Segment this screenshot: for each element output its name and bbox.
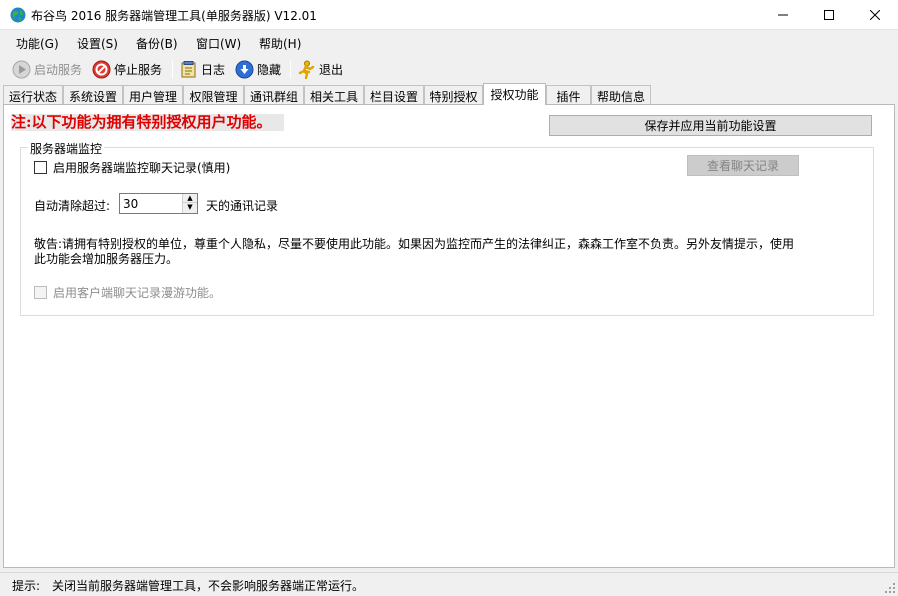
- enable-monitor-label: 启用服务器端监控聊天记录(慎用): [53, 161, 231, 175]
- auto-clear-label: 自动清除超过:: [34, 199, 111, 213]
- auto-clear-days-value: 30: [123, 197, 139, 211]
- stop-service-button[interactable]: 停止服务: [92, 58, 162, 80]
- play-icon: [12, 60, 31, 78]
- stepper-buttons: ▲ ▼: [182, 194, 197, 213]
- title-bar: 布谷鸟 2016 服务器端管理工具(单服务器版) V12.01: [0, 0, 898, 30]
- menu-help[interactable]: 帮助(H): [259, 35, 301, 52]
- exit-label: 退出: [319, 62, 344, 77]
- privacy-warning: 敬告:请拥有特别授权的单位，尊重个人隐私，尽量不要使用此功能。如果因为监控而产生…: [34, 237, 804, 267]
- privacy-warning-line: 此功能会增加服务器压力。: [34, 252, 179, 266]
- roaming-checkbox[interactable]: [34, 286, 47, 299]
- close-icon: [870, 10, 880, 20]
- stepper-down-icon[interactable]: ▼: [183, 203, 197, 212]
- tab-plugins[interactable]: 插件: [546, 85, 591, 104]
- stepper-up-icon[interactable]: ▲: [183, 194, 197, 203]
- status-text: 关闭当前服务器端管理工具，不会影响服务器端正常运行。: [52, 579, 365, 593]
- window-title: 布谷鸟 2016 服务器端管理工具(单服务器版) V12.01: [31, 9, 317, 23]
- hide-button[interactable]: 隐藏: [235, 58, 281, 80]
- close-button[interactable]: [852, 0, 898, 30]
- tab-running-status[interactable]: 运行状态: [3, 85, 63, 104]
- exit-button[interactable]: 退出: [297, 58, 343, 80]
- minimize-icon: [778, 14, 788, 16]
- group-title: 服务器端监控: [28, 140, 105, 157]
- menu-function[interactable]: 功能(G): [16, 35, 59, 52]
- hide-label: 隐藏: [257, 62, 282, 77]
- log-book-icon: [181, 60, 196, 77]
- toolbar-separator: [172, 60, 173, 78]
- toolbar: 启动服务 停止服务 日志 隐藏 退出: [0, 55, 898, 82]
- view-chat-log-button[interactable]: 查看聊天记录: [687, 155, 799, 176]
- roaming-row: 启用客户端聊天记录漫游功能。: [34, 284, 221, 301]
- app-globe-icon: [10, 7, 26, 23]
- menu-window[interactable]: 窗口(W): [196, 35, 241, 52]
- menu-bar: 功能(G) 设置(S) 备份(B) 窗口(W) 帮助(H): [0, 30, 898, 55]
- enable-monitor-row: 启用服务器端监控聊天记录(慎用): [34, 159, 230, 176]
- start-service-label: 启动服务: [34, 62, 83, 77]
- log-label: 日志: [201, 62, 226, 77]
- tab-permission-management[interactable]: 权限管理: [183, 85, 244, 104]
- exit-figure-icon: [298, 60, 315, 79]
- save-apply-button[interactable]: 保存并应用当前功能设置: [549, 115, 872, 136]
- enable-monitor-checkbox[interactable]: [34, 161, 47, 174]
- tab-communication-groups[interactable]: 通讯群组: [244, 85, 304, 104]
- privacy-warning-line: 敬告:请拥有特别授权的单位，尊重个人隐私，尽量不要使用此功能。如果因为监控而产生…: [34, 237, 795, 251]
- auto-clear-suffix: 天的通讯记录: [206, 199, 279, 213]
- tab-column-settings[interactable]: 栏目设置: [364, 85, 424, 104]
- minimize-button[interactable]: [760, 0, 806, 30]
- maximize-icon: [824, 10, 834, 20]
- tab-strip: 运行状态 系统设置 用户管理 权限管理 通讯群组 相关工具 栏目设置 特别授权 …: [3, 83, 895, 105]
- resize-grip-icon[interactable]: [884, 582, 896, 594]
- roaming-label: 启用客户端聊天记录漫游功能。: [53, 286, 222, 300]
- tab-special-authorization[interactable]: 特别授权: [424, 85, 483, 104]
- tab-related-tools[interactable]: 相关工具: [304, 85, 364, 104]
- tab-help-info[interactable]: 帮助信息: [591, 85, 651, 104]
- tab-authorized-functions[interactable]: 授权功能: [483, 83, 546, 105]
- server-monitor-group: 服务器端监控 启用服务器端监控聊天记录(慎用) 查看聊天记录 自动清除超过: 3…: [20, 140, 874, 316]
- auto-clear-days-stepper[interactable]: 30 ▲ ▼: [119, 193, 198, 214]
- authorized-functions-panel: 注:以下功能为拥有特别授权用户功能。 保存并应用当前功能设置 服务器端监控 启用…: [3, 104, 895, 568]
- stop-icon: [92, 60, 111, 78]
- menu-settings[interactable]: 设置(S): [77, 35, 118, 52]
- start-service-button[interactable]: 启动服务: [12, 58, 82, 80]
- maximize-button[interactable]: [806, 0, 852, 30]
- tab-user-management[interactable]: 用户管理: [123, 85, 183, 104]
- tab-system-settings[interactable]: 系统设置: [63, 85, 123, 104]
- menu-backup[interactable]: 备份(B): [136, 35, 178, 52]
- status-label: 提示:: [12, 579, 41, 593]
- stop-service-label: 停止服务: [114, 62, 163, 77]
- hide-down-icon: [235, 60, 254, 78]
- log-button[interactable]: 日志: [179, 58, 225, 80]
- special-user-notice: 注:以下功能为拥有特别授权用户功能。: [11, 114, 284, 131]
- toolbar-separator: [290, 60, 291, 78]
- status-bar: 提示: 关闭当前服务器端管理工具，不会影响服务器端正常运行。: [0, 572, 898, 596]
